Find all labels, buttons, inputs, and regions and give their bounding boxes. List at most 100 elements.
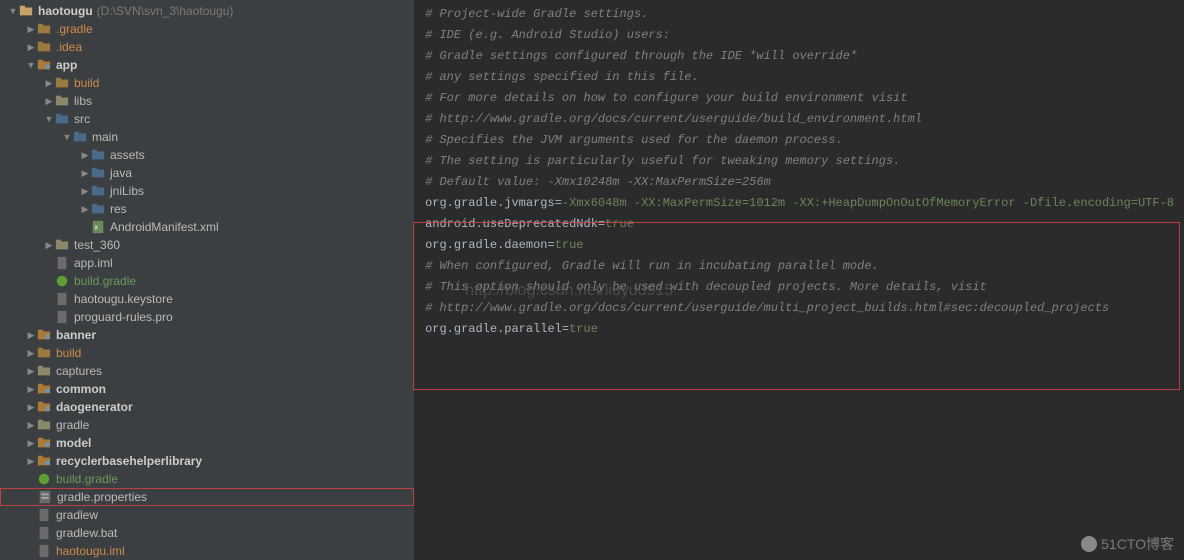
folder-blue-icon [90, 183, 106, 199]
folder-mod-icon [36, 327, 52, 343]
expand-arrow-icon[interactable]: ▶ [26, 330, 36, 341]
tree-node-jnilibs[interactable]: ▶jniLibs [0, 182, 414, 200]
prop-value: true [605, 217, 634, 231]
svg-text:x: x [95, 225, 99, 232]
tree-node-test-360[interactable]: ▶test_360 [0, 236, 414, 254]
editor-line[interactable]: org.gradle.parallel=true [425, 319, 1174, 340]
tree-node-build-gradle[interactable]: build.gradle [0, 272, 414, 290]
tree-label: .idea [56, 40, 82, 54]
tree-node-build[interactable]: ▶build [0, 344, 414, 362]
expand-arrow-icon[interactable]: ▼ [44, 114, 54, 124]
tree-node-daogenerator[interactable]: ▶ daogenerator [0, 398, 414, 416]
expand-arrow-icon[interactable]: ▶ [26, 402, 36, 413]
expand-arrow-icon[interactable]: ▶ [26, 366, 36, 377]
editor-line[interactable]: # Gradle settings configured through the… [425, 46, 1174, 67]
expand-arrow-icon[interactable]: ▼ [8, 6, 18, 16]
expand-arrow-icon[interactable]: ▼ [62, 132, 72, 142]
editor-line[interactable]: # When configured, Gradle will run in in… [425, 256, 1174, 277]
editor-line[interactable]: android.useDeprecatedNdk=true [425, 214, 1174, 235]
tree-node-androidmanifest-xml[interactable]: xAndroidManifest.xml [0, 218, 414, 236]
expand-arrow-icon[interactable]: ▼ [26, 60, 36, 70]
tree-label: haotougu.keystore [74, 292, 173, 306]
tree-node-common[interactable]: ▶common [0, 380, 414, 398]
folder-blue-icon [54, 111, 70, 127]
tree-label: daogenerator [56, 400, 133, 414]
tree-node-captures[interactable]: ▶captures [0, 362, 414, 380]
expand-arrow-icon[interactable]: ▶ [44, 240, 54, 251]
tree-node-src[interactable]: ▼src [0, 110, 414, 128]
expand-arrow-icon[interactable]: ▶ [26, 384, 36, 395]
editor-line[interactable]: # For more details on how to configure y… [425, 88, 1174, 109]
tree-node-haotougu[interactable]: ▼haotougu (D:\SVN\svn_3\haotougu) [0, 2, 414, 20]
tree-node-libs[interactable]: ▶libs [0, 92, 414, 110]
editor-line[interactable]: # http://www.gradle.org/docs/current/use… [425, 109, 1174, 130]
expand-arrow-icon[interactable]: ▶ [80, 204, 90, 215]
editor-pane[interactable]: # Project-wide Gradle settings.# IDE (e.… [415, 0, 1184, 560]
expand-arrow-icon[interactable]: ▶ [26, 24, 36, 35]
tree-node-proguard-rules-pro[interactable]: proguard-rules.pro [0, 308, 414, 326]
editor-line[interactable]: org.gradle.daemon=true [425, 235, 1174, 256]
prop-key: org.gradle.parallel [425, 322, 562, 336]
bottom-watermark: 51CTO博客 [1081, 534, 1174, 554]
editor-line[interactable]: # The setting is particularly useful for… [425, 151, 1174, 172]
tree-node-build[interactable]: ▶ build [0, 74, 414, 92]
file-xml-icon: x [90, 219, 106, 235]
tree-label: main [92, 130, 118, 144]
tree-node--gradle[interactable]: ▶.gradle [0, 20, 414, 38]
file-txt-icon [54, 309, 70, 325]
file-prop-icon [37, 489, 53, 505]
tree-label: recyclerbasehelperlibrary [56, 454, 202, 468]
tree-node-res[interactable]: ▶res [0, 200, 414, 218]
tree-node-haotougu-keystore[interactable]: haotougu.keystore [0, 290, 414, 308]
tree-label: gradle.properties [57, 490, 147, 504]
tree-label: banner [56, 328, 96, 342]
tree-node-app-iml[interactable]: app.iml [0, 254, 414, 272]
tree-node-gradlew-bat[interactable]: gradlew.bat [0, 524, 414, 542]
tree-node-model[interactable]: ▶model [0, 434, 414, 452]
tree-node-build-gradle[interactable]: build.gradle [0, 470, 414, 488]
watermark-text: 51CTO博客 [1101, 534, 1174, 554]
tree-node-gradle-properties[interactable]: gradle.properties [0, 488, 414, 506]
editor-line[interactable]: # any settings specified in this file. [425, 67, 1174, 88]
expand-arrow-icon[interactable]: ▶ [26, 420, 36, 431]
editor-line[interactable]: org.gradle.jvmargs=-Xmx6048m -XX:MaxPerm… [425, 193, 1174, 214]
equals-sign: = [555, 196, 562, 210]
editor-line[interactable]: # IDE (e.g. Android Studio) users: [425, 25, 1174, 46]
prop-value: true [555, 238, 584, 252]
expand-arrow-icon[interactable]: ▶ [26, 456, 36, 467]
expand-arrow-icon[interactable]: ▶ [44, 78, 54, 89]
prop-value: true [569, 322, 598, 336]
expand-arrow-icon[interactable]: ▶ [26, 42, 36, 53]
tree-label: gradlew [56, 508, 98, 522]
expand-arrow-icon[interactable]: ▶ [26, 438, 36, 449]
editor-line[interactable]: # Specifies the JVM arguments used for t… [425, 130, 1174, 151]
folder-blue-icon [72, 129, 88, 145]
tree-node-recyclerbasehelperlibrary[interactable]: ▶ recyclerbasehelperlibrary [0, 452, 414, 470]
expand-arrow-icon[interactable]: ▶ [26, 348, 36, 359]
file-txt-icon [36, 543, 52, 559]
tree-node-main[interactable]: ▼ main [0, 128, 414, 146]
tree-node-assets[interactable]: ▶assets [0, 146, 414, 164]
editor-line[interactable]: # Project-wide Gradle settings. [425, 4, 1174, 25]
tree-node-java[interactable]: ▶java [0, 164, 414, 182]
prop-key: org.gradle.jvmargs [425, 196, 555, 210]
editor-line[interactable]: # http://www.gradle.org/docs/current/use… [425, 298, 1174, 319]
tree-node-gradle[interactable]: ▶gradle [0, 416, 414, 434]
tree-node--idea[interactable]: ▶ .idea [0, 38, 414, 56]
expand-arrow-icon[interactable]: ▶ [80, 150, 90, 161]
editor-line[interactable]: # Default value: -Xmx10248m -XX:MaxPermS… [425, 172, 1174, 193]
tree-node-banner[interactable]: ▶ banner [0, 326, 414, 344]
tree-path: (D:\SVN\svn_3\haotougu) [97, 4, 234, 18]
tree-node-haotougu-iml[interactable]: haotougu.iml [0, 542, 414, 560]
expand-arrow-icon[interactable]: ▶ [80, 168, 90, 179]
tree-node-app[interactable]: ▼app [0, 56, 414, 74]
tree-node-gradlew[interactable]: gradlew [0, 506, 414, 524]
expand-arrow-icon[interactable]: ▶ [80, 186, 90, 197]
folder-orange-icon [36, 39, 52, 55]
folder-blue-icon [90, 165, 106, 181]
project-tree[interactable]: ▼haotougu (D:\SVN\svn_3\haotougu)▶.gradl… [0, 0, 415, 560]
expand-arrow-icon[interactable]: ▶ [44, 96, 54, 107]
tree-label: build [74, 76, 99, 90]
folder-blue-icon [90, 147, 106, 163]
editor-line[interactable]: # This option should only be used with d… [425, 277, 1174, 298]
